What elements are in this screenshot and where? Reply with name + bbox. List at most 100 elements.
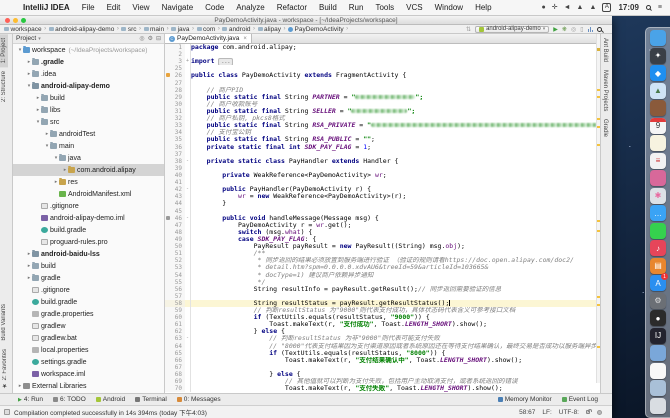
tree-item-res[interactable]: ▸res xyxy=(13,176,164,188)
code-line-1[interactable]: 1package com.android.alipay; xyxy=(165,44,600,51)
tree-item-workspace.iml[interactable]: workspace.iml xyxy=(13,368,164,380)
tool-window-button-6-todo[interactable]: 6: TODO xyxy=(53,396,86,403)
code-line-49[interactable]: 49 case SDK_PAY_FLAG: { xyxy=(165,236,600,243)
breadcrumb-item-android-alipay-demo[interactable]: android-alipay-demo xyxy=(49,26,115,33)
code-line-57[interactable]: 57 xyxy=(165,293,600,300)
code-line-61[interactable]: 61 Toast.makeText(r, "支付成功", Toast.LENGT… xyxy=(165,321,600,328)
breadcrumb-item-com[interactable]: com xyxy=(197,26,216,33)
tree-item-.gitignore[interactable]: .gitignore xyxy=(13,200,164,212)
dock-downloads-icon[interactable] xyxy=(650,380,666,396)
code-line-46[interactable]: 46- public void handleMessage(Message ms… xyxy=(165,215,600,222)
scroll-from-source-icon[interactable]: ◎ xyxy=(139,35,144,42)
code-line-48[interactable]: 48 switch (msg.what) { xyxy=(165,229,600,236)
code-line-53[interactable]: 53 * detail.htm?spm=0.0.0.0.xdvAU6&treeI… xyxy=(165,264,600,271)
code-line-29[interactable]: 29 public static final String PARTNER = … xyxy=(165,94,600,101)
tool-strip-gradle[interactable]: Gradle xyxy=(601,115,609,141)
hector-inspector-icon[interactable] xyxy=(597,410,602,415)
tree-item-src[interactable]: ▾src xyxy=(13,116,164,128)
dock-iphoto-icon[interactable]: ✱ xyxy=(650,188,666,204)
dock-reminders-icon[interactable]: ≡ xyxy=(650,153,666,169)
code-line-27[interactable]: 27 xyxy=(165,80,600,87)
code-line-42[interactable]: 42- public PayHandler(PayDemoActivity r)… xyxy=(165,186,600,193)
wifi-icon[interactable]: ▲ xyxy=(577,4,584,11)
code-line-3[interactable]: 3+import ... xyxy=(165,58,600,65)
tree-item-gradle[interactable]: ▸gradle xyxy=(13,272,164,284)
tool-window-button-android[interactable]: Android xyxy=(96,396,125,403)
dock-facetime-icon[interactable] xyxy=(650,223,666,239)
menu-item-edit[interactable]: Edit xyxy=(101,3,127,12)
menu-item-help[interactable]: Help xyxy=(469,3,497,12)
eject-icon[interactable]: ▲ xyxy=(589,4,596,11)
dock-ibooks-icon[interactable]: ▤ xyxy=(650,258,666,274)
tree-item-build[interactable]: ▸build xyxy=(13,260,164,272)
tree-item-libs[interactable]: ▸libs xyxy=(13,104,164,116)
tool-window-button-terminal[interactable]: Terminal xyxy=(135,396,167,403)
collapse-all-icon[interactable]: ⊟ xyxy=(156,35,161,42)
breadcrumb-item-android[interactable]: android xyxy=(222,26,250,33)
menu-item-code[interactable]: Code xyxy=(199,3,230,12)
breadcrumb-item-main[interactable]: main xyxy=(144,26,165,33)
breadcrumb-item-PayDemoActivity[interactable]: PayDemoActivity xyxy=(288,26,344,33)
menu-item-build[interactable]: Build xyxy=(313,3,343,12)
code-line-64[interactable]: 64 // "8000"代表支付结果因为支付渠道原因或者系统原因还在等待支付结果… xyxy=(165,343,600,350)
code-line-52[interactable]: 52 * 同步返回的结果必须放置到服务端进行验证 （验证的规则请看https:/… xyxy=(165,257,600,264)
menu-item-intellij-idea[interactable]: IntelliJ IDEA xyxy=(17,3,76,12)
breadcrumb-item-src[interactable]: src xyxy=(121,26,136,33)
code-line-67[interactable]: 67 xyxy=(165,364,600,371)
tool-window-button-memory-monitor[interactable]: Memory Monitor xyxy=(498,396,552,403)
tree-item-gradle.properties[interactable]: gradle.properties xyxy=(13,308,164,320)
tree-item-build.gradle[interactable]: build.gradle xyxy=(13,224,164,236)
menu-item-file[interactable]: File xyxy=(76,3,101,12)
dock-contacts-icon[interactable] xyxy=(650,100,666,116)
menu-item-view[interactable]: View xyxy=(126,3,155,12)
code-line-55[interactable]: 55 */ xyxy=(165,279,600,286)
code-line-51[interactable]: 51 /** xyxy=(165,250,600,257)
tree-item-java[interactable]: ▾java xyxy=(13,152,164,164)
code-line-26[interactable]: 26public class PayDemoActivity extends F… xyxy=(165,72,600,79)
dock-trash-icon[interactable] xyxy=(650,398,666,414)
tree-item-settings.gradle[interactable]: settings.gradle xyxy=(13,356,164,368)
dock-messages-icon[interactable]: … xyxy=(650,205,666,221)
code-line-69[interactable]: 69 // 其他值就可以判断为支付失败，包括用户主动取消支付，或者系统返回的错误 xyxy=(165,378,600,385)
menu-item-tools[interactable]: Tools xyxy=(369,3,400,12)
code-line-39[interactable]: 39 xyxy=(165,165,600,172)
tool-strip-build-variants[interactable]: Build Variants xyxy=(0,300,8,345)
tool-strip-2-favorites[interactable]: ★ 2: Favorites xyxy=(0,345,9,393)
dock-screenshot-tool-icon[interactable] xyxy=(650,345,666,361)
line-separator[interactable]: LF: xyxy=(542,409,551,416)
dock-launchpad-icon[interactable]: ✦ xyxy=(650,48,666,64)
code-line-34[interactable]: 34 // 支付宝公钥 xyxy=(165,129,600,136)
tree-item-android-alipay-demo.iml[interactable]: android-alipay-demo.iml xyxy=(13,212,164,224)
dock-textedit-icon[interactable] xyxy=(650,363,666,379)
breadcrumb-item-alipay[interactable]: alipay xyxy=(258,26,281,33)
spotlight-icon[interactable] xyxy=(646,5,651,10)
tree-item-.gradle[interactable]: ▸.gradle xyxy=(13,56,164,68)
code-line-68[interactable]: 68 } else { xyxy=(165,371,600,378)
code-line-36[interactable]: 36 private static final int SDK_PAY_FLAG… xyxy=(165,144,600,151)
tree-item-com.android.alipay[interactable]: ▸com.android.alipay xyxy=(13,164,164,176)
code-line-35[interactable]: 35 public static final String RSA_PUBLIC… xyxy=(165,136,600,143)
tree-item-workspace[interactable]: ▾workspace(~/IdeaProjects/workspace) xyxy=(13,44,164,56)
tree-item-gradlew.bat[interactable]: gradlew.bat xyxy=(13,332,164,344)
menu-item-window[interactable]: Window xyxy=(429,3,469,12)
code-line-40[interactable]: 40 private WeakReference<PayDemoActivity… xyxy=(165,172,600,179)
code-line-37[interactable]: 37 xyxy=(165,151,600,158)
tree-item-build[interactable]: ▸build xyxy=(13,92,164,104)
code-line-66[interactable]: 66 Toast.makeText(r, "支付结果确认中", Toast.LE… xyxy=(165,357,600,364)
attach-debugger-button[interactable]: ▯ xyxy=(580,26,583,33)
dock-system-preferences-icon[interactable]: ⚙ xyxy=(650,293,666,309)
code-editor[interactable]: 1package com.android.alipay;23+import ..… xyxy=(165,44,600,393)
dock-preview-icon[interactable]: ▲ xyxy=(650,83,666,99)
breadcrumb-item-java[interactable]: java xyxy=(171,26,189,33)
menu-item-vcs[interactable]: VCS xyxy=(400,3,428,12)
tree-item-proguard-rules.pro[interactable]: proguard-rules.pro xyxy=(13,236,164,248)
code-line-43[interactable]: 43 wr = new WeakReference<PayDemoActivit… xyxy=(165,193,600,200)
tool-strip-2-structure[interactable]: 2: Structure xyxy=(0,67,8,106)
code-line-70[interactable]: 70 Toast.makeText(r, "支付失败", Toast.LENGT… xyxy=(165,385,600,392)
code-line-45[interactable]: 45 xyxy=(165,208,600,215)
dock-itunes-icon[interactable]: ♪ xyxy=(650,240,666,256)
code-line-56[interactable]: 56 String resultInfo = payResult.getResu… xyxy=(165,286,600,293)
tree-item-local.properties[interactable]: local.properties xyxy=(13,344,164,356)
dock-notes-icon[interactable] xyxy=(650,135,666,151)
tree-item-AndroidManifest.xml[interactable]: AndroidManifest.xml xyxy=(13,188,164,200)
